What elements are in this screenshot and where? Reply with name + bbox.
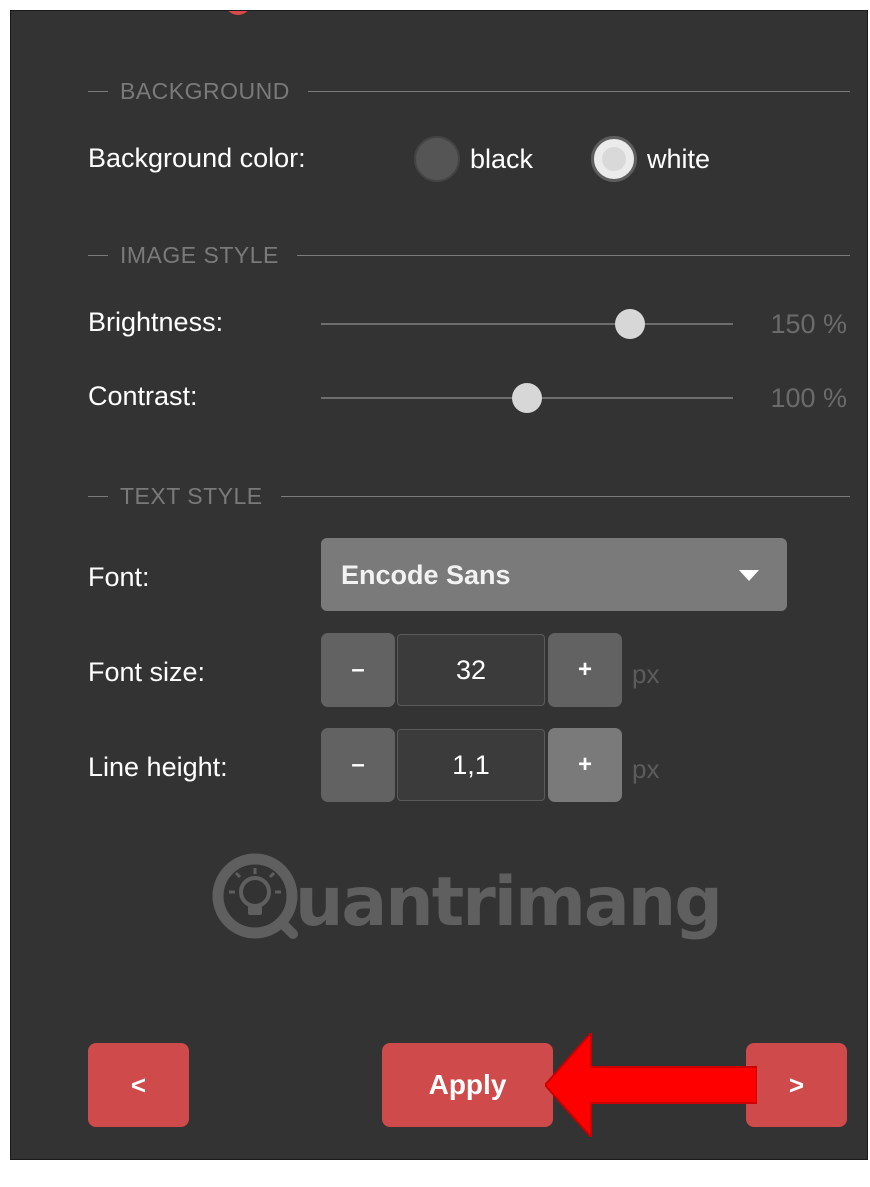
- radio-black-circle[interactable]: [414, 136, 460, 182]
- contrast-label: Contrast:: [88, 381, 198, 411]
- font-select[interactable]: Encode Sans: [321, 538, 787, 611]
- line-height-decrement-button[interactable]: –: [321, 728, 395, 802]
- line-height-increment-button[interactable]: +: [548, 728, 622, 802]
- section-divider: [296, 254, 850, 256]
- settings-panel: BACKGROUND Background color: black white…: [10, 10, 868, 1160]
- chevron-down-icon: [739, 570, 759, 581]
- slider-thumb[interactable]: [615, 309, 645, 339]
- next-button[interactable]: >: [746, 1043, 847, 1127]
- section-divider: [307, 90, 850, 92]
- brightness-value: 150 %: [770, 309, 847, 339]
- arrow-annotation-icon: [545, 1033, 757, 1137]
- section-dash: [88, 90, 108, 92]
- previous-button[interactable]: <: [88, 1043, 189, 1127]
- slider-thumb[interactable]: [512, 383, 542, 413]
- section-header-text-style: TEXT STYLE: [88, 482, 850, 510]
- brightness-label: Brightness:: [88, 307, 224, 337]
- font-select-value: Encode Sans: [341, 560, 511, 590]
- apply-button[interactable]: Apply: [382, 1043, 553, 1127]
- radio-white[interactable]: white: [591, 136, 710, 182]
- section-dash: [88, 254, 108, 256]
- radio-white-label: white: [647, 143, 711, 174]
- font-size-increment-button[interactable]: +: [548, 633, 622, 707]
- line-height-unit: px: [632, 754, 660, 784]
- font-size-decrement-button[interactable]: –: [321, 633, 395, 707]
- line-height-label: Line height:: [88, 752, 228, 782]
- font-size-input[interactable]: 32: [397, 634, 545, 706]
- contrast-slider[interactable]: [321, 383, 733, 413]
- slider-track: [321, 323, 733, 325]
- contrast-value: 100 %: [770, 383, 847, 413]
- section-title-image-style: IMAGE STYLE: [120, 241, 279, 268]
- watermark-text: uantrimang: [295, 863, 723, 942]
- font-size-label: Font size:: [88, 657, 206, 687]
- background-color-label: Background color:: [88, 143, 306, 173]
- radio-black-label: black: [470, 143, 534, 174]
- lightbulb-icon: [212, 853, 298, 939]
- font-label: Font:: [88, 562, 150, 592]
- section-title-background: BACKGROUND: [120, 77, 290, 104]
- section-header-background: BACKGROUND: [88, 77, 850, 105]
- decorative-mark: [225, 11, 251, 15]
- section-dash: [88, 495, 108, 497]
- radio-white-circle[interactable]: [591, 136, 637, 182]
- watermark-logo: uantrimang: [211, 849, 723, 942]
- section-header-image-style: IMAGE STYLE: [88, 241, 850, 269]
- brightness-slider[interactable]: [321, 309, 733, 339]
- section-title-text-style: TEXT STYLE: [120, 482, 263, 509]
- section-divider: [280, 495, 850, 497]
- font-size-unit: px: [632, 659, 660, 689]
- line-height-input[interactable]: 1,1: [397, 729, 545, 801]
- radio-black[interactable]: black: [414, 136, 533, 182]
